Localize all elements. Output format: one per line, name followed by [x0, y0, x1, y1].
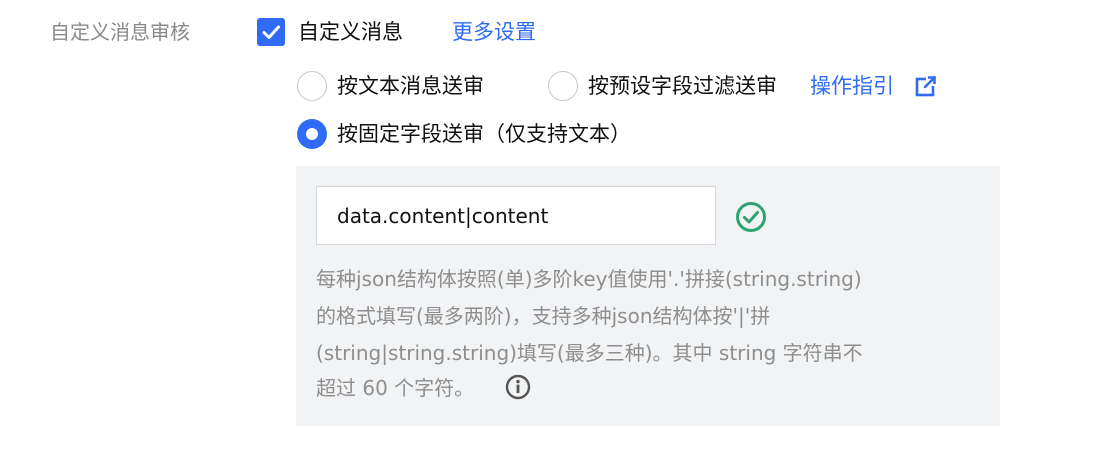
- more-settings-link[interactable]: 更多设置: [452, 16, 536, 48]
- external-link-icon[interactable]: [915, 75, 937, 97]
- radio-fixed-field-label[interactable]: 按固定字段送审（仅支持文本）: [337, 118, 631, 150]
- setting-label: 自定义消息审核: [50, 20, 190, 44]
- help-text-line: (string|string.string)填写(最多三种)。其中 string…: [316, 341, 863, 365]
- custom-message-checkbox[interactable]: [257, 18, 285, 46]
- help-text-line: 的格式填写(最多两阶)，支持多种json结构体按'|'拼: [316, 304, 771, 328]
- radio-text-message[interactable]: [297, 71, 327, 101]
- field-path-input[interactable]: [316, 186, 716, 245]
- help-text-line: 每种json结构体按照(单)多阶key值使用'.'拼接(string.strin…: [316, 267, 862, 291]
- checkmark-icon: [262, 25, 280, 39]
- radio-preset-fields[interactable]: [548, 71, 578, 101]
- help-text-line: 超过 60 个字符。: [316, 376, 475, 400]
- radio-text-message-label[interactable]: 按文本消息送审: [337, 70, 484, 102]
- info-icon[interactable]: [505, 374, 531, 400]
- check-circle-icon: [736, 202, 766, 232]
- radio-fixed-field[interactable]: [297, 119, 327, 149]
- radio-preset-fields-label[interactable]: 按预设字段过滤送审: [588, 70, 777, 102]
- custom-message-label[interactable]: 自定义消息: [298, 16, 403, 48]
- operation-guide-link[interactable]: 操作指引: [810, 70, 894, 102]
